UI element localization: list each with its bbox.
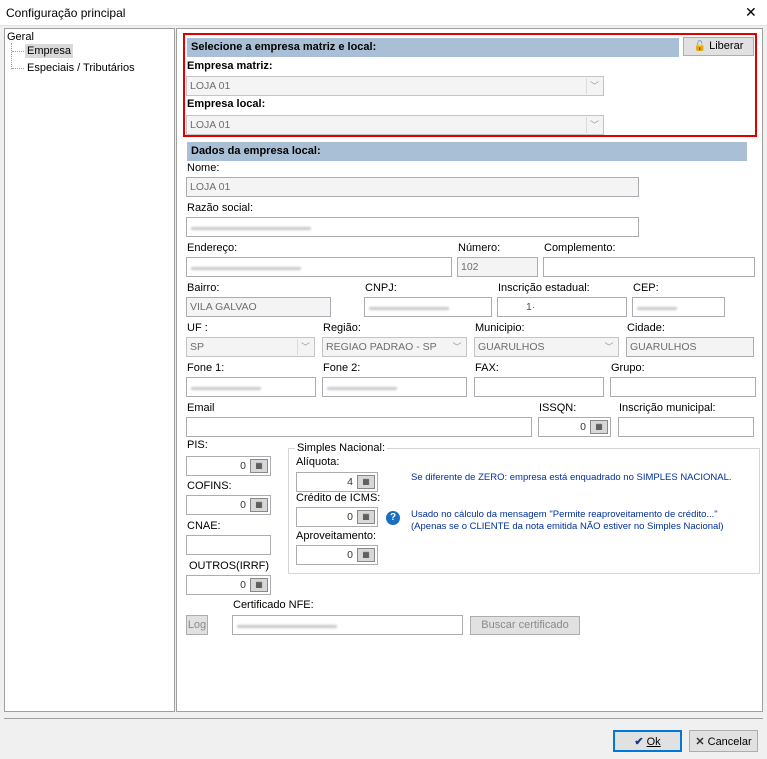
close-icon[interactable]: ✕	[745, 4, 757, 21]
calculator-icon[interactable]: ▦	[357, 510, 375, 524]
uf-select[interactable]: SP ﹀	[186, 337, 315, 357]
checkmark-icon: ✔	[634, 736, 644, 748]
log-button[interactable]: Log	[186, 615, 208, 635]
tree-item-especiais[interactable]: Especiais / Tributários	[27, 62, 135, 74]
cnpj-field[interactable]	[364, 297, 492, 317]
cnae-label: CNAE:	[187, 520, 221, 532]
simples-nacional-label: Simples Nacional:	[295, 442, 388, 454]
uf-label: UF :	[187, 322, 208, 334]
outros-irrf-field[interactable]: 0 ▦	[186, 575, 271, 595]
cnae-field[interactable]	[186, 535, 271, 555]
pis-label: PIS:	[187, 439, 208, 451]
chevron-down-icon: ﹀	[297, 339, 313, 355]
inscricao-municipal-field[interactable]	[618, 417, 754, 437]
email-label: Email	[187, 402, 215, 414]
window-title: Configuração principal	[6, 6, 126, 20]
inscricao-municipal-label: Inscrição municipal:	[619, 402, 716, 414]
simples-info-text: Se diferente de ZERO: empresa está enqua…	[411, 472, 732, 483]
tree-line	[12, 51, 24, 52]
calculator-icon[interactable]: ▦	[357, 548, 375, 562]
inscricao-estadual-field[interactable]: 1·	[497, 297, 627, 317]
info-icon: ?	[386, 511, 400, 525]
chevron-down-icon: ﹀	[604, 342, 614, 352]
outros-irrf-label: OUTROS(IRRF)	[189, 560, 270, 572]
calculator-icon[interactable]: ▦	[357, 475, 375, 489]
cep-label: CEP:	[633, 282, 659, 294]
credito-info-text: Usado no cálculo da mensagem "Permite re…	[411, 509, 718, 520]
fone2-label: Fone 2:	[323, 362, 361, 374]
grupo-field[interactable]	[610, 377, 756, 397]
ok-button[interactable]: ✔ Ok	[613, 730, 682, 752]
municipio-select[interactable]: GUARULHOS ﹀	[474, 337, 619, 357]
tree-line	[12, 68, 24, 69]
fone1-label: Fone 1:	[187, 362, 225, 374]
section-header-dados: Dados da empresa local:	[187, 142, 747, 161]
fax-field[interactable]	[474, 377, 604, 397]
calculator-icon[interactable]: ▦	[250, 459, 268, 473]
razao-social-field[interactable]	[186, 217, 639, 237]
aproveitamento-label: Aproveitamento:	[296, 530, 377, 542]
title-bar: Configuração principal ✕	[0, 0, 767, 26]
certificado-nfe-field[interactable]	[232, 615, 463, 635]
regiao-select[interactable]: REGIAO PADRAO - SP ﹀	[322, 337, 467, 357]
regiao-label: Região:	[323, 322, 361, 334]
tree-root-geral[interactable]: Geral	[7, 31, 34, 43]
endereco-field[interactable]	[186, 257, 452, 277]
aliquota-field[interactable]: 4 ▦	[296, 472, 378, 492]
cofins-field[interactable]: 0 ▦	[186, 495, 271, 515]
cep-field[interactable]	[632, 297, 725, 317]
calculator-icon[interactable]: ▦	[250, 578, 268, 592]
bairro-field[interactable]: VILA GALVAO	[186, 297, 331, 317]
credito-icms-field[interactable]: 0 ▦	[296, 507, 378, 527]
navigation-tree: Geral Empresa Especiais / Tributários	[4, 28, 175, 712]
cofins-label: COFINS:	[187, 480, 232, 492]
cancel-x-icon: ✕	[695, 736, 705, 748]
aproveitamento-field[interactable]: 0 ▦	[296, 545, 378, 565]
issqn-label: ISSQN:	[539, 402, 577, 414]
buscar-certificado-button[interactable]: Buscar certificado	[470, 616, 580, 635]
razao-social-label: Razão social:	[187, 202, 254, 214]
cidade-label: Cidade:	[627, 322, 665, 334]
cidade-field[interactable]: GUARULHOS	[626, 337, 754, 357]
fax-label: FAX:	[475, 362, 499, 374]
tree-item-empresa[interactable]: Empresa	[25, 44, 74, 58]
endereco-label: Endereço:	[187, 242, 238, 254]
inscricao-estadual-label: Inscrição estadual:	[498, 282, 590, 294]
nome-field[interactable]: LOJA 01	[186, 177, 639, 197]
footer-divider	[4, 718, 763, 719]
certificado-nfe-label: Certificado NFE:	[233, 599, 314, 611]
cnpj-label: CNPJ:	[365, 282, 397, 294]
aliquota-label: Alíquota:	[296, 456, 340, 468]
complemento-label: Complemento:	[544, 242, 616, 254]
pis-field[interactable]: 0 ▦	[186, 456, 271, 476]
cancel-button[interactable]: ✕ Cancelar	[689, 730, 758, 752]
calculator-icon[interactable]: ▦	[590, 420, 608, 434]
chevron-down-icon: ﹀	[452, 342, 462, 352]
grupo-label: Grupo:	[611, 362, 645, 374]
numero-field[interactable]: 102	[457, 257, 538, 277]
tree-line	[11, 43, 12, 69]
credito-icms-label: Crédito de ICMS:	[296, 492, 381, 504]
fone2-field[interactable]	[322, 377, 467, 397]
municipio-label: Municipio:	[475, 322, 525, 334]
email-field[interactable]	[186, 417, 532, 437]
nome-label: Nome:	[187, 162, 220, 174]
fone1-field[interactable]	[186, 377, 316, 397]
credito-info-note: (Apenas se o CLIENTE da nota emitida NÃO…	[411, 521, 724, 532]
issqn-field[interactable]: 0 ▦	[538, 417, 611, 437]
numero-label: Número:	[458, 242, 501, 254]
calculator-icon[interactable]: ▦	[250, 498, 268, 512]
complemento-field[interactable]	[543, 257, 755, 277]
highlight-box	[183, 33, 757, 137]
bairro-label: Bairro:	[187, 282, 220, 294]
